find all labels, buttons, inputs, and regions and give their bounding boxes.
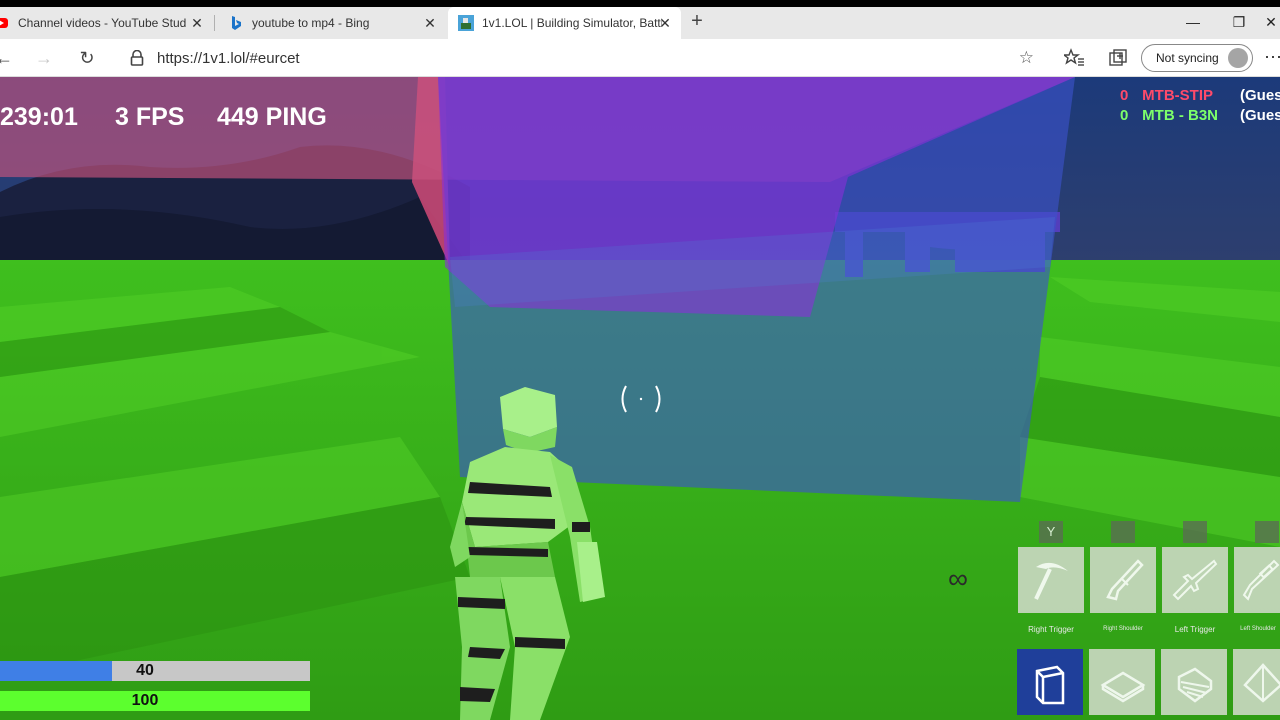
weapon-slot-assault-rifle[interactable] [1162,547,1228,613]
team-name: MTB - B3N [1142,107,1218,124]
build-slot-wall[interactable] [1017,649,1083,715]
minimize-button[interactable]: — [1170,7,1216,39]
hotbar-binding-label: Left Shoulder [1240,626,1276,632]
restore-button[interactable]: ❐ [1216,7,1262,39]
favorites-icon[interactable] [1064,48,1084,68]
hotbar-key [1111,521,1135,543]
address-bar-row: ← → ↻ https://1v1.lol/#eurcet ☆ Not sync… [0,39,1280,77]
shotgun-icon [1106,559,1144,601]
avatar-icon [1228,48,1248,68]
hotbar-key [1183,521,1207,543]
close-tab-icon[interactable]: ✕ [657,15,673,31]
health-value: 100 [131,692,159,709]
url-text: https://1v1.lol/#eurcet [157,50,300,67]
team-score: 0 [1120,107,1129,124]
tab-youtube-studio[interactable]: Channel videos - YouTube Studio ✕ [0,7,213,39]
player-name: (Guest [1240,87,1280,104]
build-slot-floor[interactable] [1089,649,1155,715]
tab-divider [214,15,215,31]
scoreboard-row: 0 MTB - B3N (Guest [1120,107,1280,127]
forward-arrow-icon[interactable]: → [32,46,56,70]
tab-strip: Channel videos - YouTube Studio ✕ youtub… [0,7,1280,39]
sniper-icon [1242,559,1280,601]
build-slot-stairs[interactable] [1161,649,1227,715]
tab-title: youtube to mp4 - Bing [252,16,370,30]
tab-bing[interactable]: youtube to mp4 - Bing ✕ [216,7,446,39]
pickaxe-icon [1034,562,1068,600]
build-slot-cone[interactable] [1233,649,1280,715]
collections-icon[interactable] [1108,48,1128,68]
close-window-button[interactable]: ✕ [1262,7,1280,39]
screen-top-border [0,0,1280,7]
tab-title: Channel videos - YouTube Studio [18,16,186,30]
back-arrow-icon[interactable]: ← [0,46,16,70]
screen: Channel videos - YouTube Studio ✕ youtub… [0,0,1280,720]
shield-value: 40 [136,662,154,679]
weapon-slot-shotgun[interactable] [1090,547,1156,613]
sync-label: Not syncing [1156,51,1219,65]
stairs-icon [1177,667,1213,703]
new-tab-button[interactable]: + [686,10,708,32]
close-tab-icon[interactable]: ✕ [189,15,205,31]
match-timer: 239:01 [0,103,78,131]
floor-icon [1100,671,1146,703]
game-viewport[interactable]: 239:01 3 FPS 449 PING 0 MTB-STIP (Guest … [0,77,1280,720]
address-field[interactable]: https://1v1.lol/#eurcet ☆ [114,44,1046,72]
shield-bar: 40 [0,661,310,681]
close-tab-icon[interactable]: ✕ [422,15,438,31]
health-bar: 100 [0,691,310,711]
weapon-slot-sniper[interactable] [1234,547,1280,613]
game-favicon-icon [458,15,474,31]
hotbar-key [1255,521,1279,543]
team-score: 0 [1120,87,1129,104]
assault-rifle-icon [1172,559,1218,601]
player-name: (Guest [1240,107,1280,124]
youtube-icon [0,18,8,28]
wall-icon [1035,665,1065,705]
tab-1v1lol[interactable]: 1v1.LOL | Building Simulator, Battle ✕ [448,7,681,39]
bing-icon [232,16,241,30]
team-name: MTB-STIP [1142,87,1213,104]
hotbar-binding-label: Left Trigger [1174,625,1216,634]
profile-sync-button[interactable]: Not syncing [1141,44,1253,72]
favorite-star-icon[interactable]: ☆ [1019,48,1034,68]
crosshair-icon [619,383,663,415]
hotbar-binding-label: Right Trigger [1028,625,1074,634]
hotbar-binding-label: Right Shoulder [1103,626,1143,632]
more-menu-icon[interactable]: ⋯ [1264,47,1280,68]
hotbar-key: Y [1039,521,1063,543]
lock-icon [130,50,144,66]
weapon-slot-pickaxe[interactable] [1018,547,1084,613]
fps-counter: 3 FPS [115,103,185,131]
ammo-infinity: ∞ [948,563,968,594]
refresh-icon[interactable]: ↻ [75,46,99,70]
ping-counter: 449 PING [217,103,327,131]
cone-icon [1243,663,1280,703]
tab-title: 1v1.LOL | Building Simulator, Battle [482,16,662,30]
scoreboard-row: 0 MTB-STIP (Guest [1120,87,1280,107]
